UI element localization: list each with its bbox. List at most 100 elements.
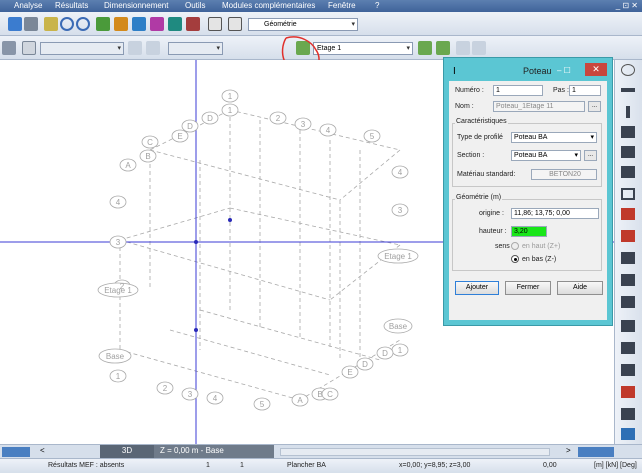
radio-up[interactable] bbox=[511, 242, 519, 250]
pas-field[interactable]: 1 bbox=[569, 85, 601, 96]
nom-field[interactable]: Poteau_1Etage 11 bbox=[493, 101, 585, 112]
horizontal-scrollbar[interactable] bbox=[280, 448, 550, 456]
menu-modules[interactable]: Modules complémentaires bbox=[222, 1, 315, 10]
filter-icon[interactable] bbox=[128, 41, 142, 55]
point-load-icon[interactable] bbox=[621, 386, 635, 398]
svg-text:1: 1 bbox=[398, 346, 403, 355]
menu-fenetre[interactable]: Fenêtre bbox=[328, 1, 356, 10]
svg-text:E: E bbox=[177, 132, 182, 141]
add-button[interactable]: Ajouter bbox=[455, 281, 499, 295]
scroll-right-icon[interactable]: > bbox=[566, 446, 571, 455]
load-icon[interactable] bbox=[114, 17, 128, 31]
minimize-maximize-icon[interactable]: – ☐ bbox=[557, 66, 571, 75]
floor-combo[interactable]: Etage 1 ▾ bbox=[313, 42, 413, 55]
empty-combo-2[interactable]: ▾ bbox=[168, 42, 223, 55]
origin-field[interactable]: 11,86; 13,75; 0,00 bbox=[511, 208, 599, 219]
type-profile-select[interactable]: Poteau BA ▾ bbox=[511, 132, 597, 143]
layout-icon[interactable] bbox=[2, 447, 30, 457]
radio-down[interactable] bbox=[511, 255, 519, 263]
svg-text:3: 3 bbox=[398, 206, 403, 215]
grid-icon[interactable] bbox=[208, 17, 222, 31]
frame-icon[interactable] bbox=[621, 188, 635, 200]
characteristics-label: Caractéristiques bbox=[455, 118, 508, 125]
close-dialog-button[interactable]: Fermer bbox=[505, 281, 551, 295]
numero-field[interactable]: 1 bbox=[493, 85, 543, 96]
svg-text:3: 3 bbox=[301, 120, 306, 129]
label-etage-1-right: Etage 1 bbox=[384, 252, 412, 261]
menu-dimensionnement[interactable]: Dimensionnement bbox=[104, 1, 168, 10]
chevron-down-icon: ▾ bbox=[117, 45, 121, 52]
sens-up-label: en haut (Z+) bbox=[522, 243, 561, 250]
floor-query-icon[interactable] bbox=[436, 41, 450, 55]
menu-outils[interactable]: Outils bbox=[185, 1, 205, 10]
wall-icon[interactable] bbox=[621, 146, 635, 158]
lock-icon[interactable] bbox=[44, 17, 58, 31]
bar-icon[interactable] bbox=[621, 88, 635, 92]
settings-icon[interactable] bbox=[168, 17, 182, 31]
nom-browse-button[interactable]: ... bbox=[588, 101, 601, 112]
building-icon[interactable] bbox=[2, 41, 16, 55]
calculator-icon[interactable] bbox=[24, 17, 38, 31]
axes-icon[interactable] bbox=[621, 64, 635, 76]
opening-icon[interactable] bbox=[621, 296, 635, 308]
close-button[interactable]: ✕ bbox=[585, 63, 607, 76]
menu-analyse[interactable]: Analyse bbox=[14, 1, 42, 10]
column-icon[interactable] bbox=[626, 106, 630, 118]
design-icon[interactable] bbox=[150, 17, 164, 31]
view-toggle-icon[interactable] bbox=[578, 447, 614, 457]
label-etage-1-left: Etage 1 bbox=[104, 286, 132, 295]
svg-text:1: 1 bbox=[228, 106, 233, 115]
label-base-left: Base bbox=[106, 352, 125, 361]
tab-3d-label: 3D bbox=[121, 446, 133, 455]
table-view-icon[interactable] bbox=[621, 428, 635, 440]
axis-icon[interactable] bbox=[22, 41, 36, 55]
support-icon[interactable] bbox=[621, 230, 635, 242]
section-icon[interactable] bbox=[132, 17, 146, 31]
section-select[interactable]: Poteau BA ▾ bbox=[511, 150, 581, 161]
panel-icon[interactable] bbox=[621, 126, 635, 138]
numero-label: Numéro : bbox=[455, 87, 484, 94]
svg-text:5: 5 bbox=[260, 400, 265, 409]
chevron-down-icon: ▾ bbox=[590, 134, 594, 141]
svg-text:E: E bbox=[347, 368, 352, 377]
slab-icon[interactable] bbox=[621, 274, 635, 286]
wrench-icon[interactable] bbox=[186, 17, 200, 31]
stretch-icon[interactable] bbox=[146, 41, 160, 55]
structure-icon[interactable] bbox=[96, 17, 110, 31]
zoom-icon[interactable] bbox=[60, 17, 74, 31]
menu-help[interactable]: ? bbox=[375, 1, 379, 10]
help-button[interactable]: Aide bbox=[557, 281, 603, 295]
scroll-left-icon[interactable]: < bbox=[40, 446, 45, 455]
svg-text:4: 4 bbox=[116, 198, 121, 207]
grid-lines-icon[interactable] bbox=[621, 342, 635, 354]
window-controls[interactable]: _ ⊡ ✕ bbox=[616, 1, 638, 10]
dialog-title-bar[interactable]: I Poteau – ☐ ✕ bbox=[449, 63, 607, 81]
section-browse-button[interactable]: ... bbox=[584, 150, 597, 161]
stair-icon[interactable] bbox=[621, 320, 635, 332]
view-tabs-bar: < 3D Z = 0,00 m - Base > bbox=[0, 444, 642, 458]
poteau-dialog: I Poteau – ☐ ✕ Numéro : 1 Pas : 1 Nom : … bbox=[444, 58, 612, 325]
export-icon[interactable] bbox=[472, 41, 486, 55]
table-icon[interactable] bbox=[8, 17, 22, 31]
geometry-label: Géométrie (m) bbox=[455, 194, 503, 201]
menu-resultats[interactable]: Résultats bbox=[55, 1, 88, 10]
beam-icon[interactable] bbox=[621, 166, 635, 178]
origin-label: origine : bbox=[479, 210, 504, 217]
material-label: Matériau standard: bbox=[457, 171, 516, 178]
tab-z-level[interactable]: Z = 0,00 m - Base bbox=[154, 445, 274, 458]
list-icon[interactable] bbox=[228, 17, 242, 31]
mesh-icon[interactable] bbox=[621, 408, 635, 420]
floor-up-icon[interactable] bbox=[418, 41, 432, 55]
i-section-icon[interactable] bbox=[621, 208, 635, 220]
status-node: 1 bbox=[240, 462, 244, 469]
height-field[interactable]: 3,20 bbox=[511, 226, 547, 237]
svg-text:4: 4 bbox=[213, 394, 218, 403]
empty-combo-1[interactable]: ▾ bbox=[40, 42, 124, 55]
section-label: Section : bbox=[457, 152, 485, 159]
zoom-window-icon[interactable] bbox=[76, 17, 90, 31]
print-icon[interactable] bbox=[456, 41, 470, 55]
foundation-icon[interactable] bbox=[621, 252, 635, 264]
dialog-title: Poteau bbox=[523, 66, 552, 76]
load-case-icon[interactable] bbox=[621, 364, 635, 376]
tab-3d[interactable]: 3D bbox=[100, 445, 154, 458]
